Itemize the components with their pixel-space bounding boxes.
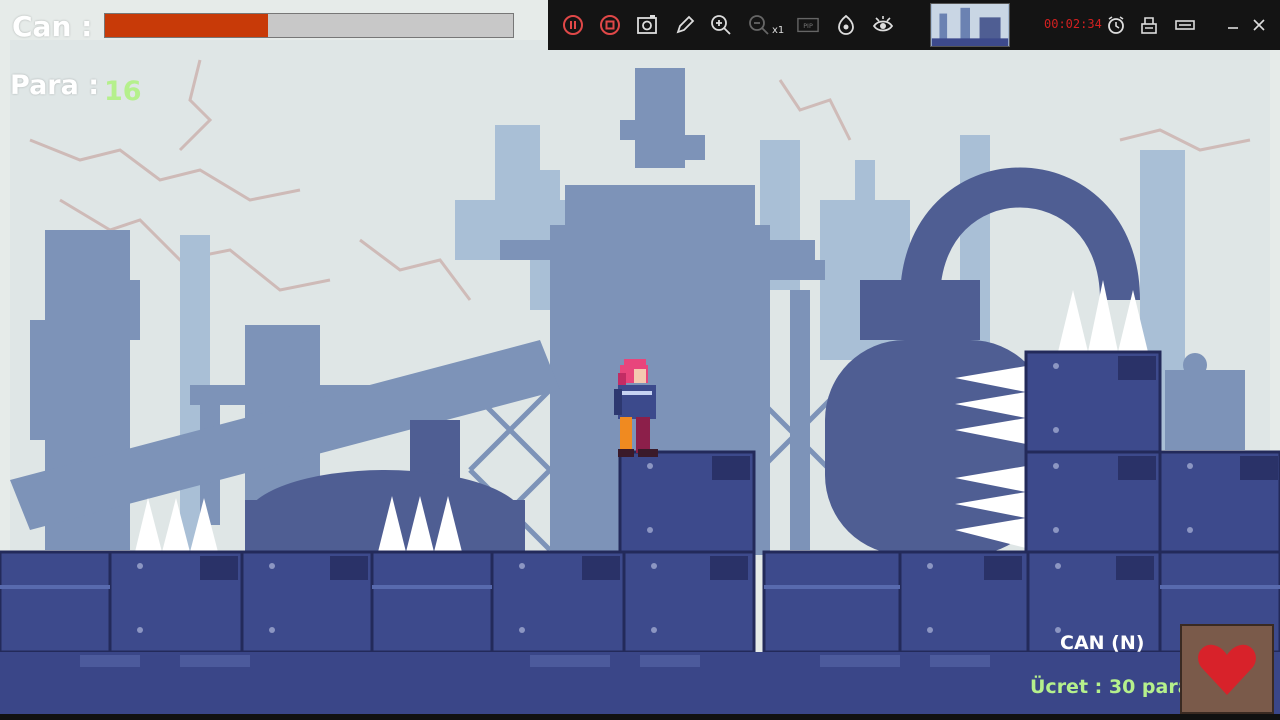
screenshot-icon[interactable] <box>636 14 658 36</box>
pause-icon[interactable] <box>562 14 584 36</box>
schedule-icon[interactable] <box>1105 14 1127 36</box>
spotlight-icon[interactable] <box>872 14 894 36</box>
zoom-level: x1 <box>772 25 785 36</box>
webcam-icon[interactable] <box>835 14 857 36</box>
pip-icon[interactable]: PIP <box>796 14 820 36</box>
money-value: 16 <box>104 76 142 107</box>
zoom-out-icon[interactable] <box>748 14 770 36</box>
minimize-icon[interactable] <box>1222 14 1244 36</box>
shop-item-price: Ücret : 30 para <box>1030 676 1191 698</box>
game-viewport[interactable]: Can : Para : 16 x1 PIP 00:02:34 CAN (N) … <box>0 0 1280 720</box>
stop-icon[interactable] <box>599 14 621 36</box>
heart-icon <box>1198 644 1256 695</box>
shop-item-slot[interactable] <box>1180 624 1274 714</box>
tools-icon[interactable] <box>1138 14 1160 36</box>
recorder-toolbar: x1 PIP 00:02:34 <box>548 0 1280 50</box>
pip-label: PIP <box>803 22 813 30</box>
health-bar <box>104 13 514 38</box>
health-label: Can : <box>12 10 93 43</box>
close-icon[interactable] <box>1248 14 1270 36</box>
health-bar-fill <box>105 14 269 37</box>
recording-thumbnail[interactable] <box>930 3 1010 47</box>
player-character <box>614 359 658 457</box>
shop-item-name: CAN (N) <box>1060 632 1145 654</box>
pencil-icon[interactable] <box>674 14 696 36</box>
recording-timer: 00:02:34 <box>1044 17 1102 31</box>
settings-icon[interactable] <box>1174 14 1196 36</box>
zoom-in-icon[interactable] <box>710 14 732 36</box>
money-label: Para : <box>10 70 100 101</box>
